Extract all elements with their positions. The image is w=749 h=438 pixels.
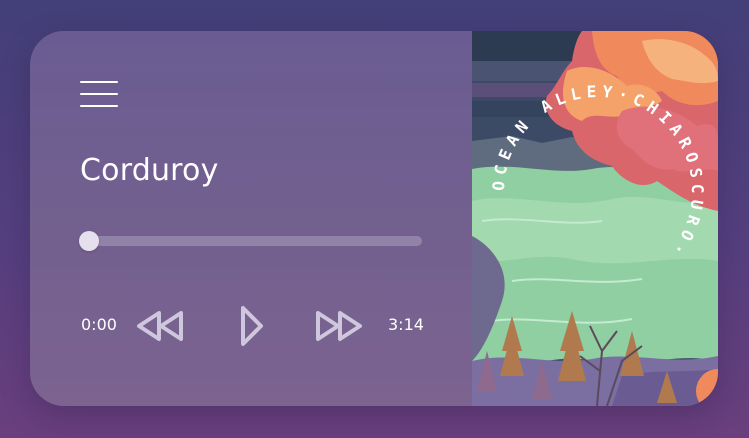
- fast-forward-icon: [316, 311, 362, 341]
- menu-bar-top: [80, 81, 118, 83]
- play-button[interactable]: [239, 304, 265, 348]
- fast-forward-button[interactable]: [315, 309, 363, 343]
- progress-thumb[interactable]: [79, 231, 99, 251]
- hamburger-menu-icon[interactable]: [80, 81, 118, 109]
- album-art-illustration: OCEAN ALLEY·CHIAROSCURO·: [472, 31, 718, 406]
- current-time: 0:00: [81, 315, 117, 334]
- rewind-button[interactable]: [136, 309, 184, 343]
- progress-slider[interactable]: [79, 231, 422, 251]
- track-title: Corduroy: [80, 153, 219, 188]
- menu-bar-bottom: [80, 105, 118, 107]
- music-player-card: Corduroy 0:00 3:14 OCEAN ALLEY·CHIAROSCU…: [30, 31, 718, 406]
- rewind-icon: [137, 311, 183, 341]
- total-time: 3:14: [388, 315, 424, 334]
- play-icon: [241, 306, 263, 346]
- album-art: OCEAN ALLEY·CHIAROSCURO·: [472, 31, 718, 406]
- menu-bar-middle: [80, 93, 118, 95]
- player-panel: Corduroy 0:00 3:14: [30, 31, 472, 406]
